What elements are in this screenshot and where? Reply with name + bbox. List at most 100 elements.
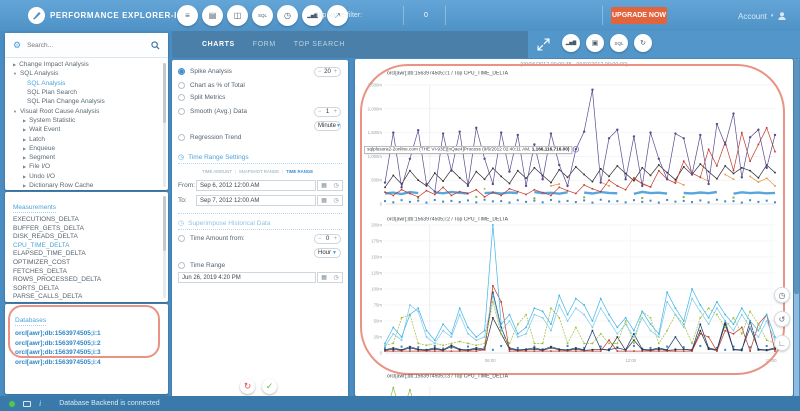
tree-scrollbar[interactable]: [163, 63, 166, 187]
measurement-item[interactable]: ROWS_PROCESSED_DELTA: [13, 276, 168, 285]
plus-button[interactable]: +: [333, 236, 337, 242]
measurements-scrollbar[interactable]: [163, 196, 166, 298]
search-icon[interactable]: [151, 40, 160, 50]
tree-item[interactable]: SQL Analysis: [5, 79, 163, 88]
expand-icon[interactable]: [537, 38, 550, 51]
copy-snapshot-icon[interactable]: ◫: [227, 5, 248, 26]
save-icon[interactable]: ▣: [586, 34, 604, 52]
from-icons: ▦ ◷: [317, 180, 343, 191]
tree-item[interactable]: ▶ File I/O: [5, 162, 163, 171]
search-input[interactable]: [27, 41, 145, 49]
chart-pct-radio[interactable]: [178, 82, 185, 89]
from-input[interactable]: Sep 6, 2012 12:00 AM: [196, 180, 316, 191]
calendar-icon[interactable]: ▦: [321, 182, 327, 189]
sql-icon[interactable]: SQL: [252, 5, 273, 26]
info-icon[interactable]: i: [39, 399, 41, 408]
tree-item[interactable]: ▶ Latch: [5, 134, 163, 143]
chart-instance-3[interactable]: orcl[awr];db:1563974505;i:3 / Top CPU_TI…: [357, 372, 785, 396]
smooth-unit-dropdown[interactable]: Minute ▼: [314, 121, 341, 131]
export-list-icon[interactable]: ≡: [177, 5, 198, 26]
chevron-down-icon: ▼: [336, 123, 341, 129]
calendar-icon[interactable]: ▦: [321, 274, 327, 281]
minus-button[interactable]: −: [318, 109, 322, 115]
axis-settings-icon[interactable]: ∟: [774, 335, 790, 351]
tab-charts[interactable]: CHARTS: [202, 41, 235, 48]
tree-item[interactable]: ▶ Wait Event: [5, 125, 163, 134]
regression-radio[interactable]: [178, 134, 185, 141]
database-item[interactable]: orcl[awr];db:1563974505;i:1: [15, 330, 168, 340]
tab-form[interactable]: FORM: [253, 41, 276, 48]
measurement-item[interactable]: EXECUTIONS_DELTA: [13, 216, 168, 225]
chart-icon[interactable]: ▂▅▇: [562, 34, 580, 52]
measurement-item[interactable]: BUFFER_GETS_DELTA: [13, 225, 168, 234]
tree-item[interactable]: SQL Plan Search: [5, 88, 163, 97]
to-input[interactable]: Sep 7, 2012 12:00 AM: [196, 195, 316, 206]
clock-icon[interactable]: ◷: [277, 5, 298, 26]
measurement-item[interactable]: PARSE_CALLS_DELTA: [13, 293, 168, 302]
measurement-item[interactable]: FETCHES_DELTA: [13, 268, 168, 277]
chart-instance-1[interactable]: orcl[awr];db:1563974505;i:1 / Top CPU_TI…: [357, 69, 785, 214]
superimpose-header[interactable]: ◷ Superimpose Historical Data: [178, 219, 270, 228]
account-menu[interactable]: Account ▾: [738, 11, 787, 21]
tree-item[interactable]: ▶ System Statistic: [5, 116, 163, 125]
chart-instance-2[interactable]: orcl[awr];db:1563974505;i:2 / Top CPU_TI…: [357, 215, 785, 371]
sql-doc-icon[interactable]: SQL: [610, 34, 628, 52]
measurement-item[interactable]: DISK_READS_DELTA: [13, 233, 168, 242]
plus-button[interactable]: +: [333, 69, 337, 75]
database-item[interactable]: orcl[awr];db:1563974505;i:3: [15, 349, 168, 359]
report-icon[interactable]: ▤: [202, 5, 223, 26]
charts-scrollbar-thumb[interactable]: [794, 59, 799, 294]
minus-button[interactable]: −: [318, 69, 322, 75]
clock-icon[interactable]: ◷: [333, 182, 338, 189]
tr-tab-time-amount[interactable]: TIME AMOUNT: [202, 170, 232, 174]
measurement-item[interactable]: SORTS_DELTA: [13, 285, 168, 294]
window-icon[interactable]: [23, 400, 31, 407]
upgrade-now-button[interactable]: UPGRADE NOW: [611, 7, 667, 24]
gear-icon[interactable]: ⚙: [13, 40, 21, 51]
tree-item[interactable]: ▶ Segment: [5, 153, 163, 162]
measurement-item[interactable]: CPU_TIME_DELTA: [13, 242, 168, 251]
analysis-tree: ▶ Change Impact Analysis ▼ SQL Analysis SQL …: [5, 60, 163, 188]
spike-analysis-radio[interactable]: [178, 68, 185, 75]
tree-item[interactable]: ▶ Enqueue: [5, 144, 163, 153]
tree-item[interactable]: ▶ Change Impact Analysis: [5, 60, 163, 69]
history-icon[interactable]: ↻: [634, 34, 652, 52]
time-reset-icon[interactable]: ↺: [774, 311, 790, 327]
top-value-filter-value[interactable]: 0: [424, 12, 428, 19]
time-range-input[interactable]: Jun 26, 2019 4:20 PM: [178, 272, 316, 283]
tree-item[interactable]: ▶ Undo I/O: [5, 172, 163, 181]
measurement-item[interactable]: OPTIMIZER_COST: [13, 259, 168, 268]
clock-icon[interactable]: ◷: [333, 274, 338, 281]
apply-button[interactable]: ✓: [262, 379, 277, 394]
smooth-radio[interactable]: [178, 108, 185, 115]
tr-tab-snapshot-range[interactable]: SNAPSHOT RANGE: [239, 170, 279, 174]
tree-item[interactable]: ▶ Dictionary Row Cache: [5, 181, 163, 188]
time-amount-value[interactable]: 0: [326, 236, 329, 242]
tr-tab-time-range[interactable]: TIME RANGE: [286, 170, 313, 174]
minus-button[interactable]: −: [318, 236, 322, 242]
databases-panel: Databases orcl[awr];db:1563974505;i:1 orc…: [5, 304, 168, 394]
measurement-item[interactable]: ELAPSED_TIME_DELTA: [13, 250, 168, 259]
time-amount-radio[interactable]: [178, 235, 185, 242]
spike-value[interactable]: 20: [324, 69, 331, 75]
smooth-value[interactable]: 1: [326, 109, 329, 115]
app-logo[interactable]: PERFORMANCE EXPLORER-I ▼: [28, 7, 188, 24]
database-item[interactable]: orcl[awr];db:1563974505;i:2: [15, 340, 168, 350]
tree-item[interactable]: SQL Plan Change Analysis: [5, 97, 163, 106]
plus-button[interactable]: +: [333, 109, 337, 115]
navigation-panel: ⚙ ▶Change Impact Analysis▼SQL AnalysisSQ…: [5, 33, 168, 190]
clock-icon[interactable]: ◷: [333, 197, 338, 204]
tree-item[interactable]: ▼ Visual Root Cause Analysis: [5, 106, 163, 115]
time-forward-icon[interactable]: ◷: [774, 287, 790, 303]
calendar-icon[interactable]: ▦: [321, 197, 327, 204]
tree-item[interactable]: ▼ SQL Analysis: [5, 69, 163, 78]
time-range-settings-header[interactable]: ◷ Time Range Settings: [178, 153, 249, 162]
split-metrics-radio[interactable]: [178, 94, 185, 101]
tab-top-search[interactable]: TOP SEARCH: [294, 41, 345, 48]
svg-text:125m: 125m: [371, 271, 382, 276]
reset-button[interactable]: ↻: [240, 379, 255, 394]
top-bar: PERFORMANCE EXPLORER-I ▼ ≡▤◫SQL◷▂▅▇↗ Top…: [0, 0, 800, 31]
database-item[interactable]: orcl[awr];db:1563974505;i:4: [15, 359, 168, 369]
time-amount-unit-dropdown[interactable]: Hour ▼: [314, 248, 341, 258]
time-range-radio[interactable]: [178, 262, 185, 269]
